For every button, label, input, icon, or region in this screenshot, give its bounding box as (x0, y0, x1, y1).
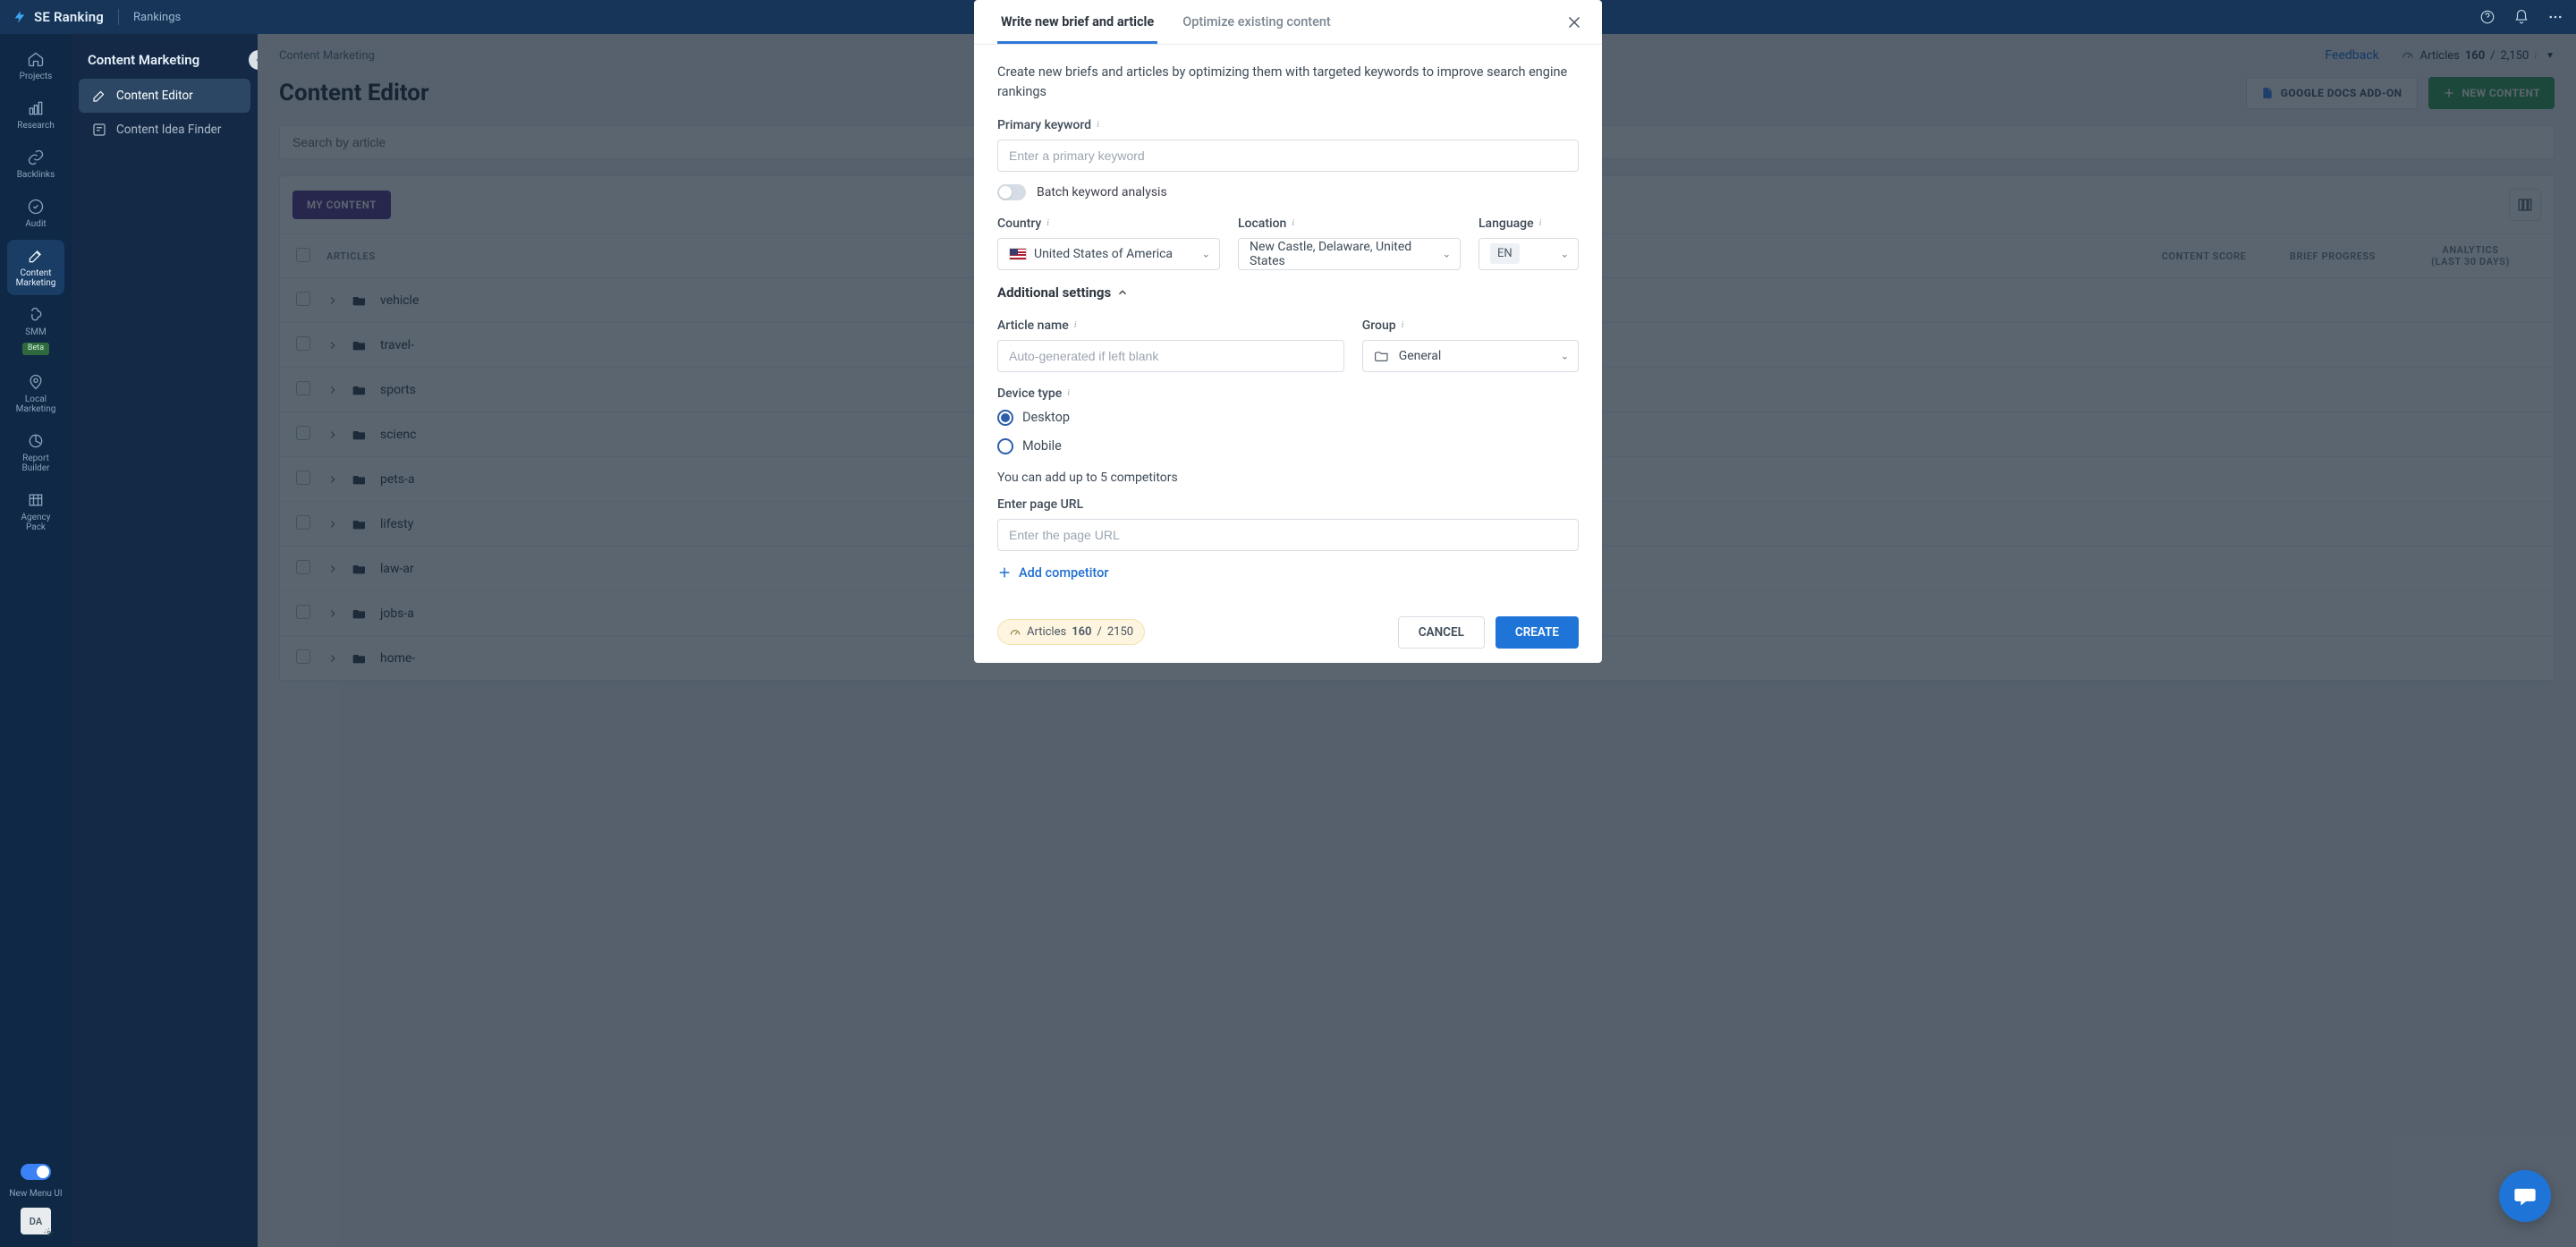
da-account-button[interactable]: DA (21, 1208, 51, 1234)
create-button[interactable]: CREATE (1496, 616, 1579, 649)
nav-rankings[interactable]: Rankings (133, 11, 181, 24)
location-select[interactable]: New Castle, Delaware, United States ⌄ (1238, 238, 1461, 270)
info-icon[interactable]: i (1097, 120, 1099, 130)
close-icon[interactable] (1564, 13, 1584, 32)
help-icon[interactable] (2479, 9, 2496, 25)
rail-projects[interactable]: Projects (7, 43, 64, 89)
new-menu-ui-label: New Menu UI (9, 1189, 62, 1199)
rail-report-builder[interactable]: Report Builder (7, 425, 64, 480)
brand-name: SE Ranking (34, 9, 104, 25)
rail-backlinks[interactable]: Backlinks (7, 141, 64, 187)
add-competitor-button[interactable]: Add competitor (997, 565, 1579, 581)
folder-icon (1374, 349, 1390, 363)
country-select[interactable]: United States of America ⌄ (997, 238, 1220, 270)
info-icon[interactable]: i (1292, 218, 1294, 228)
language-select[interactable]: EN ⌄ (1479, 238, 1579, 270)
rail-research[interactable]: Research (7, 92, 64, 138)
page-url-input[interactable] (997, 519, 1579, 551)
rail-smm[interactable]: SMM Beta (7, 299, 64, 362)
rail-audit[interactable]: Audit (7, 191, 64, 236)
beta-badge: Beta (22, 343, 49, 355)
cancel-button[interactable]: CANCEL (1398, 616, 1485, 649)
modal-quota-pill: Articles 160 / 2150 (997, 619, 1145, 645)
more-icon[interactable] (2547, 9, 2563, 25)
settings-icon (44, 1227, 54, 1237)
group-select[interactable]: General ⌄ (1362, 340, 1579, 372)
new-menu-ui-toggle[interactable] (21, 1164, 51, 1180)
brand-bolt-icon (13, 10, 27, 24)
info-icon[interactable]: i (1402, 320, 1404, 330)
competitors-helper: You can add up to 5 competitors (997, 471, 1579, 485)
modal-tab-write[interactable]: Write new brief and article (997, 0, 1157, 44)
subnav-title: Content Marketing (72, 34, 258, 79)
batch-keyword-toggle[interactable] (997, 184, 1026, 200)
subnav-content-idea-finder[interactable]: Content Idea Finder (79, 113, 250, 147)
subnav-content-editor[interactable]: Content Editor (79, 79, 250, 113)
chevron-up-icon (1116, 286, 1129, 299)
sidebar-rail: Projects Research Backlinks Audit Conten… (0, 34, 72, 1247)
info-icon[interactable]: i (1046, 218, 1049, 228)
device-desktop-radio[interactable]: Desktop (997, 410, 1579, 426)
chevron-down-icon: ⌄ (1202, 248, 1210, 259)
info-icon[interactable]: i (1539, 218, 1542, 228)
subnav: Content Marketing Content Editor Content… (72, 34, 258, 1247)
modal-tab-optimize[interactable]: Optimize existing content (1179, 0, 1335, 44)
us-flag-icon (1009, 248, 1027, 260)
rail-local-marketing[interactable]: Local Marketing (7, 366, 64, 421)
modal-description: Create new briefs and articles by optimi… (997, 63, 1579, 102)
info-icon[interactable]: i (1074, 320, 1077, 330)
bell-icon[interactable] (2513, 9, 2529, 25)
chevron-down-icon: ⌄ (1561, 248, 1569, 259)
gauge-icon (1009, 626, 1021, 639)
plus-icon (997, 565, 1012, 580)
brand-separator (118, 9, 119, 25)
device-mobile-radio[interactable]: Mobile (997, 438, 1579, 454)
new-content-modal: Write new brief and article Optimize exi… (974, 0, 1602, 663)
rail-content-marketing[interactable]: Content Marketing (7, 240, 64, 295)
primary-keyword-input[interactable] (997, 140, 1579, 172)
info-icon[interactable]: i (1067, 388, 1070, 398)
article-name-input[interactable] (997, 340, 1344, 372)
brand-logo[interactable]: SE Ranking (13, 9, 104, 25)
primary-keyword-label: Primary keyword i (997, 118, 1579, 132)
chevron-down-icon: ⌄ (1561, 350, 1569, 361)
chat-icon (2512, 1183, 2538, 1209)
batch-keyword-label: Batch keyword analysis (1037, 185, 1167, 199)
additional-settings-toggle[interactable]: Additional settings (997, 284, 1579, 301)
rail-agency-pack[interactable]: Agency Pack (7, 484, 64, 539)
chat-fab[interactable] (2499, 1170, 2551, 1222)
